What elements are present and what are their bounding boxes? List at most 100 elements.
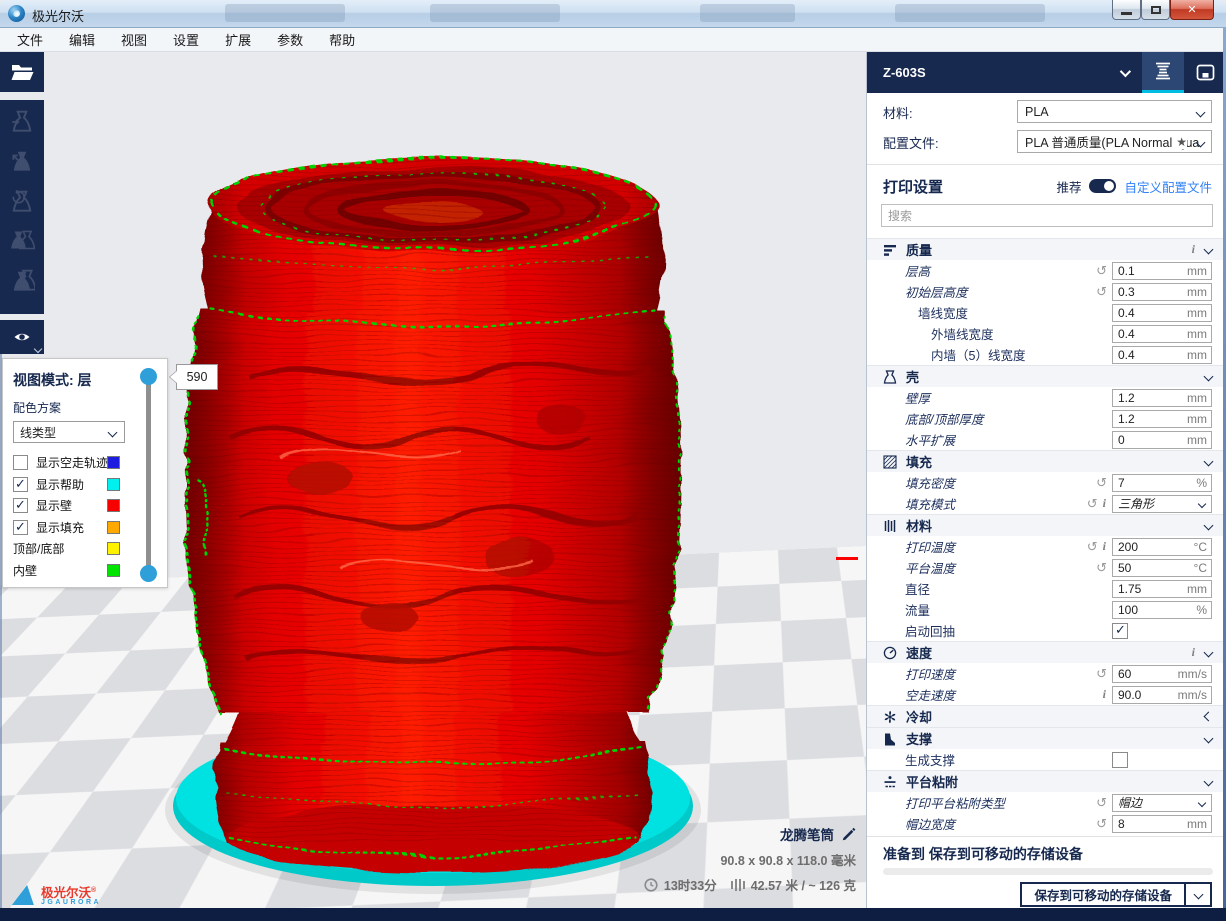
view-option-checkbox-1[interactable] [13, 477, 28, 492]
menu-item-3[interactable]: 设置 [160, 27, 212, 52]
setting-select-26[interactable]: 帽边 [1112, 794, 1212, 812]
rotate-tool[interactable] [6, 186, 38, 218]
info-icon[interactable]: i [1103, 687, 1106, 702]
settings-category-row[interactable]: 平台粘附 [867, 770, 1226, 792]
mirror-tool[interactable] [6, 226, 38, 258]
info-icon[interactable]: i [1192, 242, 1195, 257]
profile-select[interactable]: PLA 普通质量(PLA Normal Qua ★ [1017, 130, 1212, 153]
close-button[interactable]: ✕ [1170, 0, 1214, 20]
setting-input-17[interactable]: 100% [1112, 601, 1212, 619]
setting-select-12[interactable]: 三角形 [1112, 495, 1212, 513]
chevron-down-icon[interactable] [1204, 245, 1214, 255]
recommended-label: 推荐 [1056, 177, 1081, 196]
menu-item-2[interactable]: 视图 [108, 27, 160, 52]
setting-input-11[interactable]: 7% [1112, 474, 1212, 492]
chevron-down-icon[interactable] [1204, 734, 1214, 744]
material-select[interactable]: PLA [1017, 100, 1212, 123]
menu-item-6[interactable]: 帮助 [316, 27, 368, 52]
titlebar-artifact [895, 4, 1045, 22]
info-icon[interactable]: i [1192, 645, 1195, 660]
move-tool[interactable] [6, 106, 38, 138]
menu-item-5[interactable]: 参数 [264, 27, 316, 52]
per-model-settings-tool[interactable] [6, 266, 38, 298]
layer-slider-track[interactable] [146, 375, 151, 575]
support-icon [883, 732, 897, 746]
custom-profile-link[interactable]: 自定义配置文件 [1124, 177, 1212, 196]
settings-category-row[interactable]: 质量i [867, 238, 1226, 260]
color-scheme-select[interactable]: 线类型 [13, 421, 125, 443]
setting-input-20[interactable]: 60mm/s [1112, 665, 1212, 683]
view-option-checkbox-2[interactable] [13, 498, 28, 513]
chevron-left-icon[interactable] [1204, 712, 1214, 722]
reset-icon[interactable]: ↺ [1096, 284, 1107, 300]
reset-icon[interactable]: ↺ [1096, 795, 1107, 811]
view-mode-button[interactable] [0, 320, 44, 354]
setting-input-1[interactable]: 0.1mm [1112, 262, 1212, 280]
setting-input-5[interactable]: 0.4mm [1112, 346, 1212, 364]
model-preview[interactable] [140, 138, 730, 908]
setting-row: 填充密度↺7% [867, 472, 1226, 493]
maximize-button[interactable] [1141, 0, 1170, 20]
scale-tool[interactable] [6, 146, 38, 178]
prepare-tab-button[interactable] [1142, 52, 1184, 93]
edit-pencil-icon[interactable] [841, 827, 856, 842]
settings-category-row[interactable]: 支撑 [867, 727, 1226, 749]
view-option-checkbox-3[interactable] [13, 520, 28, 535]
settings-category-row[interactable]: 冷却 [867, 705, 1226, 727]
layer-slider-top-handle[interactable] [140, 368, 157, 385]
setting-input-7[interactable]: 1.2mm [1112, 389, 1212, 407]
menu-item-0[interactable]: 文件 [4, 27, 56, 52]
reset-icon[interactable]: ↺ [1096, 263, 1107, 279]
setting-checkbox-24[interactable] [1112, 752, 1128, 768]
setting-input-8[interactable]: 1.2mm [1112, 410, 1212, 428]
setting-input-2[interactable]: 0.3mm [1112, 283, 1212, 301]
chevron-down-icon[interactable] [1204, 372, 1214, 382]
chevron-down-icon[interactable] [1204, 648, 1214, 658]
info-icon[interactable]: i [1103, 496, 1106, 511]
setting-input-16[interactable]: 1.75mm [1112, 580, 1212, 598]
viewport-3d[interactable]: 视图模式: 层 配色方案 线类型 显示空走轨迹显示帮助显示壁显示填充顶部/底部内… [0, 52, 866, 908]
recommended-toggle[interactable] [1089, 179, 1116, 193]
chevron-down-icon[interactable] [1120, 65, 1131, 76]
save-options-button[interactable] [1186, 882, 1212, 907]
setting-input-21[interactable]: 90.0mm/s [1112, 686, 1212, 704]
menu-item-1[interactable]: 编辑 [56, 27, 108, 52]
setting-checkbox-18[interactable] [1112, 623, 1128, 639]
reset-icon[interactable]: ↺ [1087, 539, 1098, 555]
save-to-removable-button[interactable]: 保存到可移动的存储设备 [1020, 882, 1186, 907]
view-option-row: 顶部/底部 [3, 538, 167, 560]
reset-icon[interactable]: ↺ [1096, 560, 1107, 576]
chevron-down-icon[interactable] [1204, 457, 1214, 467]
color-swatch [107, 478, 120, 491]
setting-input-9[interactable]: 0mm [1112, 431, 1212, 449]
quality-icon [883, 243, 897, 257]
setting-label: 外墙线宽度 [883, 324, 994, 343]
reset-icon[interactable]: ↺ [1096, 475, 1107, 491]
slice-progress-bar [883, 868, 1213, 875]
setting-input-15[interactable]: 50°C [1112, 559, 1212, 577]
chevron-down-icon[interactable] [1204, 521, 1214, 531]
monitor-tab-button[interactable] [1184, 52, 1226, 93]
settings-category-row[interactable]: 填充 [867, 450, 1226, 472]
reset-icon[interactable]: ↺ [1096, 666, 1107, 682]
chevron-down-icon[interactable] [1204, 777, 1214, 787]
open-file-button[interactable] [0, 52, 44, 92]
settings-search-input[interactable] [882, 205, 1212, 226]
reset-icon[interactable]: ↺ [1087, 496, 1098, 512]
info-icon[interactable]: i [1103, 539, 1106, 554]
settings-category-row[interactable]: 速度i [867, 641, 1226, 663]
settings-category-row[interactable]: 壳 [867, 365, 1226, 387]
minimize-button[interactable] [1112, 0, 1141, 20]
setting-input-3[interactable]: 0.4mm [1112, 304, 1212, 322]
setting-input-4[interactable]: 0.4mm [1112, 325, 1212, 343]
layer-slider-bottom-handle[interactable] [140, 565, 157, 582]
reset-icon[interactable]: ↺ [1096, 816, 1107, 832]
menu-item-4[interactable]: 扩展 [212, 27, 264, 52]
settings-category-row[interactable]: 材料 [867, 514, 1226, 536]
setting-input-14[interactable]: 200°C [1112, 538, 1212, 556]
view-option-checkbox-0[interactable] [13, 455, 28, 470]
setting-input-27[interactable]: 8mm [1112, 815, 1212, 833]
view-mode-panel: 视图模式: 层 配色方案 线类型 显示空走轨迹显示帮助显示壁显示填充顶部/底部内… [2, 358, 168, 588]
view-option-row: 显示空走轨迹 [3, 452, 167, 474]
scale-tool-icon [9, 149, 35, 175]
